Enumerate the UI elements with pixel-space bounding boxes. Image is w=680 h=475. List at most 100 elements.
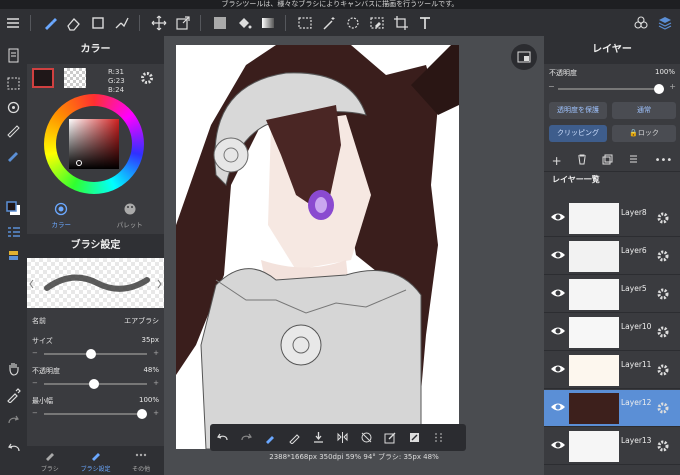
layer-opacity-slider[interactable]: [558, 84, 664, 94]
crop-tool-icon[interactable]: [390, 12, 412, 34]
layer-row[interactable]: Layer10: [544, 314, 680, 351]
brush-opacity-slider[interactable]: [44, 379, 147, 389]
layer-settings-gear-icon[interactable]: [656, 325, 670, 339]
undo-icon[interactable]: [4, 438, 23, 457]
flip-icon[interactable]: [330, 426, 354, 450]
color-swatch-icon[interactable]: [4, 199, 23, 218]
edit-icon[interactable]: [378, 426, 402, 450]
duplicate-layer-icon[interactable]: [602, 154, 613, 168]
import-icon[interactable]: [306, 426, 330, 450]
brush-name-value[interactable]: エアブラシ: [124, 316, 159, 326]
redo-icon[interactable]: [4, 410, 23, 429]
move-tool-icon[interactable]: [148, 12, 170, 34]
color-wheel[interactable]: [39, 94, 149, 194]
size-minus-icon[interactable]: −: [32, 349, 38, 357]
clipping-button[interactable]: クリッピング: [549, 125, 607, 142]
layer-name: Layer6: [621, 246, 647, 255]
select-pen-icon[interactable]: [342, 12, 364, 34]
protect-alpha-button[interactable]: 透明度を保護: [549, 102, 607, 119]
layer-row[interactable]: Layer8: [544, 200, 680, 237]
page-icon[interactable]: [4, 46, 23, 65]
visibility-eye-icon[interactable]: [550, 287, 566, 299]
min-width-plus-icon[interactable]: +: [153, 409, 159, 417]
selection-icon[interactable]: [4, 74, 23, 93]
snap-icon[interactable]: [4, 146, 23, 165]
grid-handle-icon[interactable]: [426, 426, 450, 450]
brush-tab-icon: [45, 453, 54, 461]
shape-tool-icon[interactable]: [87, 12, 109, 34]
stabilizer-icon[interactable]: [258, 426, 282, 450]
tab-brush[interactable]: ブラシ: [27, 446, 73, 475]
tab-more[interactable]: その他: [118, 446, 164, 475]
bucket-tool-icon[interactable]: [233, 12, 255, 34]
material-layer-icon[interactable]: [4, 247, 23, 266]
navigator-button[interactable]: [511, 44, 537, 70]
layer-row[interactable]: Layer12: [544, 390, 680, 427]
brush-settings-tab-icon: [91, 453, 100, 461]
magic-wand-icon[interactable]: [318, 12, 340, 34]
layer-opacity-minus-icon[interactable]: −: [548, 82, 555, 91]
opacity-minus-icon[interactable]: −: [32, 379, 38, 387]
tab-palette-label: パレット: [116, 221, 143, 229]
lock-button[interactable]: 🔒ロック: [612, 125, 676, 142]
brush-panel-title: ブラシ設定: [27, 234, 164, 258]
visibility-eye-icon[interactable]: [550, 211, 566, 223]
pen-icon[interactable]: [282, 426, 306, 450]
merge-layer-icon[interactable]: [628, 154, 639, 168]
layer-name: Layer8: [621, 208, 647, 217]
eraser-tool-icon[interactable]: [63, 12, 85, 34]
select-eraser-icon[interactable]: [366, 12, 388, 34]
size-slider[interactable]: [44, 349, 147, 359]
ruler-icon[interactable]: [4, 122, 23, 141]
visibility-eye-icon[interactable]: [550, 325, 566, 337]
size-plus-icon[interactable]: +: [153, 349, 159, 357]
gradient-tool-icon[interactable]: [257, 12, 279, 34]
add-layer-icon[interactable]: +: [552, 154, 562, 168]
rotate-icon[interactable]: [4, 98, 23, 117]
delete-layer-icon[interactable]: [577, 154, 587, 168]
visibility-eye-icon[interactable]: [550, 439, 566, 451]
layer-row[interactable]: Layer5: [544, 276, 680, 313]
opacity-plus-icon[interactable]: +: [153, 379, 159, 387]
eyedropper-icon[interactable]: [4, 386, 23, 405]
blend-mode-button[interactable]: 通常: [612, 102, 676, 119]
visibility-eye-icon[interactable]: [550, 363, 566, 375]
undo-bottom-icon[interactable]: [210, 426, 234, 450]
color-settings-gear-icon[interactable]: [139, 70, 155, 89]
drawing-canvas[interactable]: [176, 45, 459, 449]
redo-bottom-icon[interactable]: [234, 426, 258, 450]
secondary-color-swatch[interactable]: [64, 68, 86, 88]
min-width-minus-icon[interactable]: −: [32, 409, 38, 417]
layer-settings-gear-icon[interactable]: [656, 249, 670, 263]
min-width-slider[interactable]: [44, 409, 147, 419]
menu-icon[interactable]: [2, 12, 24, 34]
fullscreen-icon[interactable]: [402, 426, 426, 450]
tab-color[interactable]: カラー: [27, 202, 96, 232]
layers-icon[interactable]: [654, 12, 676, 34]
fill-color-icon[interactable]: [209, 12, 231, 34]
hand-tool-icon[interactable]: [4, 359, 23, 378]
edge-tool-icon[interactable]: [111, 12, 133, 34]
layer-settings-gear-icon[interactable]: [656, 439, 670, 453]
tab-palette[interactable]: パレット: [96, 202, 165, 232]
transform-tool-icon[interactable]: [172, 12, 194, 34]
layer-row[interactable]: Layer13: [544, 428, 680, 465]
tab-brush-settings[interactable]: ブラシ設定: [73, 446, 119, 475]
select-tool-icon[interactable]: [294, 12, 316, 34]
text-tool-icon[interactable]: [414, 12, 436, 34]
snap-off-icon[interactable]: [354, 426, 378, 450]
brush-tool-icon[interactable]: [39, 12, 61, 34]
layer-settings-gear-icon[interactable]: [656, 363, 670, 377]
visibility-eye-icon[interactable]: [550, 249, 566, 261]
layer-settings-gear-icon[interactable]: [656, 401, 670, 415]
brush-list-icon[interactable]: [4, 223, 23, 242]
visibility-eye-icon[interactable]: [550, 401, 566, 413]
layer-settings-gear-icon[interactable]: [656, 211, 670, 225]
layer-opacity-plus-icon[interactable]: +: [669, 82, 676, 91]
material-icon[interactable]: [630, 12, 652, 34]
layer-row[interactable]: Layer6: [544, 238, 680, 275]
layer-settings-gear-icon[interactable]: [656, 287, 670, 301]
layer-more-icon[interactable]: •••: [655, 155, 673, 166]
layer-row[interactable]: Layer11: [544, 352, 680, 389]
primary-color-swatch[interactable]: [32, 68, 54, 88]
